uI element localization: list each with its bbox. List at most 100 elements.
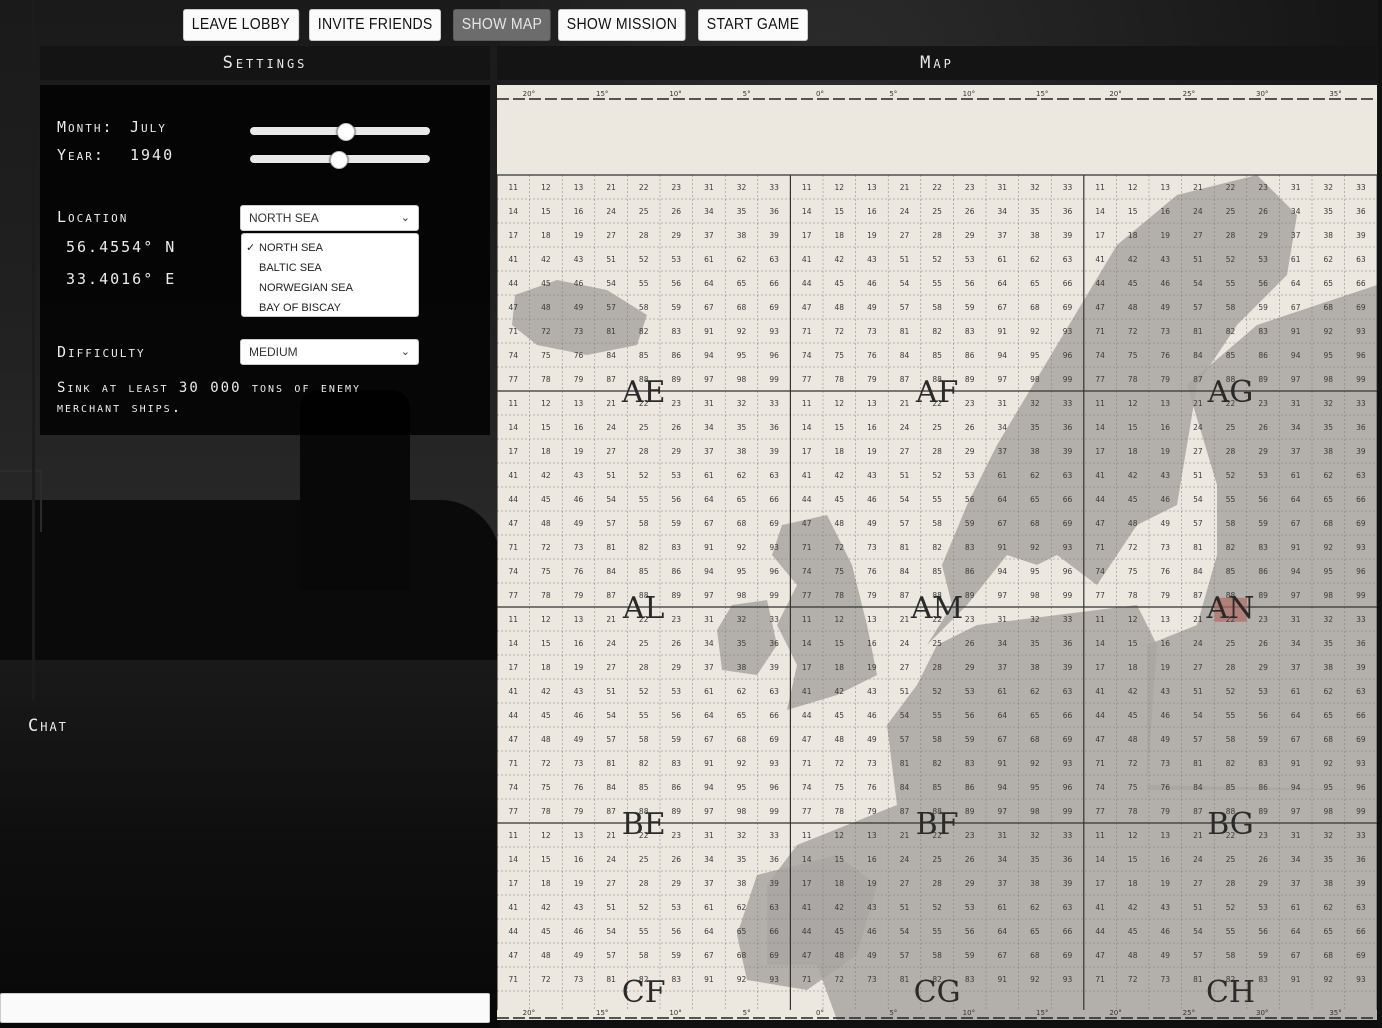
leave-lobby-button[interactable]: LEAVE LOBBY xyxy=(183,9,299,41)
grid-cell-number: 73 xyxy=(867,327,877,336)
grid-cell-number: 45 xyxy=(541,495,551,504)
location-option-norwegian-sea[interactable]: NORWEGIAN SEA xyxy=(242,278,418,298)
grid-cell-number: 32 xyxy=(737,831,747,840)
grid-cell-number: 23 xyxy=(965,399,975,408)
grid-cell-number: 34 xyxy=(1291,207,1301,216)
grid-cell-number: 38 xyxy=(1030,879,1040,888)
grid-cell-number: 19 xyxy=(1161,663,1171,672)
grid-cell-number: 64 xyxy=(1291,927,1301,936)
show-mission-button[interactable]: SHOW MISSION xyxy=(558,9,687,41)
grid-cell-number: 58 xyxy=(932,519,942,528)
grid-cell-number: 47 xyxy=(509,951,519,960)
grid-cell-number: 91 xyxy=(998,975,1008,984)
grid-cell-number: 79 xyxy=(574,807,584,816)
grid-cell-number: 94 xyxy=(998,783,1008,792)
grid-cell-number: 39 xyxy=(1063,879,1073,888)
grid-cell-number: 15 xyxy=(541,423,551,432)
year-slider-thumb[interactable] xyxy=(330,151,349,169)
grid-cell-number: 59 xyxy=(965,519,975,528)
grid-cell-number: 67 xyxy=(704,951,714,960)
year-slider[interactable] xyxy=(250,151,430,169)
grid-cell-number: 65 xyxy=(737,495,747,504)
show-map-button[interactable]: SHOW MAP xyxy=(452,9,551,41)
grid-cell-number: 95 xyxy=(737,567,747,576)
location-option-bay-of-biscay[interactable]: BAY OF BISCAY xyxy=(242,298,418,318)
location-option-north-sea[interactable]: ✓ NORTH SEA xyxy=(242,238,418,258)
grid-cell-number: 79 xyxy=(1161,807,1171,816)
grid-cell-number: 12 xyxy=(835,831,845,840)
grid-cell-number: 31 xyxy=(998,831,1008,840)
grid-cell-number: 61 xyxy=(998,687,1008,696)
grid-cell-number: 43 xyxy=(1161,471,1171,480)
grid-cell-number: 58 xyxy=(639,303,649,312)
month-slider-thumb[interactable] xyxy=(337,123,356,141)
grid-cell-number: 81 xyxy=(606,759,616,768)
grid-cell-number: 31 xyxy=(998,399,1008,408)
latitude-readout: 56.4554° N xyxy=(66,238,177,256)
grid-cell-number: 46 xyxy=(574,495,584,504)
grid-cell-number: 38 xyxy=(1324,879,1334,888)
grid-cell-number: 19 xyxy=(867,879,877,888)
grid-cell-number: 56 xyxy=(965,711,975,720)
grid-cell-number: 64 xyxy=(704,495,714,504)
grid-cell-number: 68 xyxy=(1030,951,1040,960)
longitude-readout: 33.4016° E xyxy=(66,270,177,288)
grid-cell-number: 33 xyxy=(1356,183,1366,192)
grid-cell-number: 32 xyxy=(1324,183,1334,192)
grid-cell-number: 64 xyxy=(998,279,1008,288)
grid-cell-number: 83 xyxy=(672,543,682,552)
grid-cell-number: 46 xyxy=(867,495,877,504)
grid-cell-number: 96 xyxy=(1356,567,1366,576)
grid-cell-number: 87 xyxy=(606,375,616,384)
grid-cell-number: 68 xyxy=(1324,951,1334,960)
grid-cell-number: 81 xyxy=(1193,543,1203,552)
grid-cell-number: 58 xyxy=(932,303,942,312)
grid-cell-number: 87 xyxy=(900,375,910,384)
grid-square-label-cg: CG xyxy=(914,975,961,1010)
grid-cell-number: 73 xyxy=(867,759,877,768)
grid-cell-number: 23 xyxy=(672,615,682,624)
grid-cell-number: 19 xyxy=(1161,879,1171,888)
grid-cell-number: 61 xyxy=(704,255,714,264)
location-option-baltic-sea[interactable]: BALTIC SEA xyxy=(242,258,418,278)
difficulty-select-value: MEDIUM xyxy=(249,345,298,359)
grid-cell-number: 98 xyxy=(1030,807,1040,816)
kriegsmarine-grid-map[interactable]: 11 12 13 21 22 23 31 32 33 11 12 13 21 22 23 31 32 33 11 12… xyxy=(497,85,1377,1020)
grid-cell-number: 18 xyxy=(835,447,845,456)
grid-cell-number: 69 xyxy=(1356,735,1366,744)
grid-cell-number: 53 xyxy=(672,687,682,696)
grid-cell-number: 43 xyxy=(1161,255,1171,264)
grid-cell-number: 66 xyxy=(1063,711,1073,720)
invite-friends-button[interactable]: INVITE FRIENDS xyxy=(308,9,441,41)
grid-cell-number: 17 xyxy=(509,447,519,456)
grid-cell-number: 65 xyxy=(1030,927,1040,936)
grid-cell-number: 35 xyxy=(737,423,747,432)
grid-square-label-bg: BG xyxy=(1207,807,1254,842)
grid-cell-number: 55 xyxy=(639,927,649,936)
grid-cell-number: 24 xyxy=(900,423,910,432)
month-slider[interactable] xyxy=(250,123,430,141)
grid-cell-number: 72 xyxy=(835,975,845,984)
grid-cell-number: 44 xyxy=(1095,711,1105,720)
grid-cell-number: 24 xyxy=(900,855,910,864)
grid-cell-number: 31 xyxy=(704,399,714,408)
grid-cell-number: 14 xyxy=(1095,855,1105,864)
grid-cell-number: 24 xyxy=(606,207,616,216)
grid-cell-number: 92 xyxy=(1324,543,1334,552)
grid-square-label-cf: CF xyxy=(622,975,666,1010)
grid-cell-number: 57 xyxy=(606,519,616,528)
chat-input[interactable] xyxy=(0,993,490,1023)
grid-cell-number: 42 xyxy=(541,687,551,696)
start-game-button[interactable]: START GAME xyxy=(697,9,808,41)
grid-cell-number: 28 xyxy=(639,879,649,888)
grid-cell-number: 43 xyxy=(1161,687,1171,696)
grid-cell-number: 31 xyxy=(998,183,1008,192)
grid-cell-number: 72 xyxy=(541,759,551,768)
difficulty-select[interactable]: MEDIUM ⌄ xyxy=(240,339,419,365)
grid-cell-number: 44 xyxy=(802,495,812,504)
grid-cell-number: 62 xyxy=(1324,471,1334,480)
location-select[interactable]: NORTH SEA ⌄ xyxy=(240,205,419,231)
bottom-degree-label: 30° xyxy=(1256,1009,1268,1017)
grid-cell-number: 76 xyxy=(867,783,877,792)
grid-cell-number: 24 xyxy=(1193,855,1203,864)
